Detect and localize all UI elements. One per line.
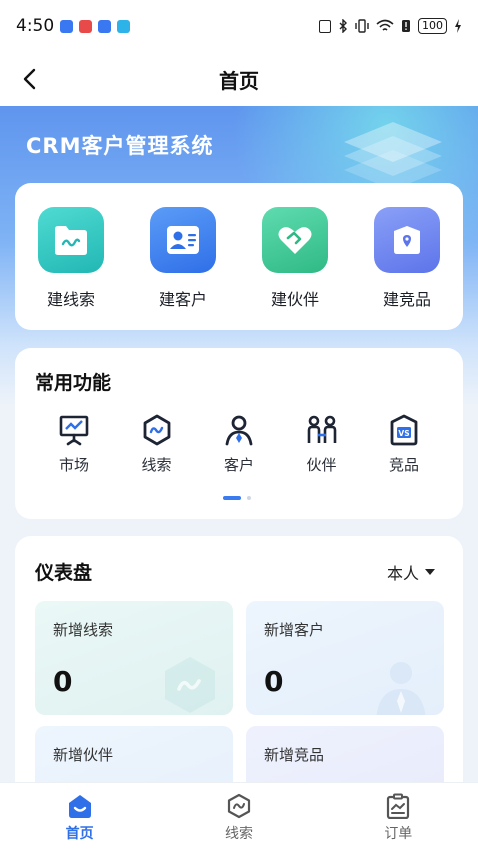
function-leads[interactable]: 线索 — [116, 412, 198, 475]
folder-wave-icon — [55, 226, 87, 255]
clipboard-chart-icon — [387, 793, 410, 819]
bottom-tab-bar: 首页 线索 订单 — [0, 782, 478, 850]
status-bar: 4:50 100 — [0, 0, 478, 52]
stat-tile-new-customers[interactable]: 新增客户 0 — [246, 601, 444, 715]
quick-action-label: 建线索 — [46, 290, 95, 309]
function-customers[interactable]: 客户 — [198, 412, 280, 475]
tab-orders[interactable]: 订单 — [353, 793, 443, 843]
status-time: 4:50 — [16, 16, 55, 36]
notification-app-icon — [117, 19, 131, 33]
section-title: 仪表盘 — [35, 562, 93, 584]
status-left: 4:50 — [16, 16, 131, 36]
person-tie-icon — [376, 662, 426, 715]
function-market[interactable]: 市场 — [33, 412, 115, 475]
notification-app-icon — [60, 19, 74, 33]
heart-handshake-icon — [278, 227, 312, 254]
quick-action-new-competitor[interactable]: 建竞品 — [362, 207, 452, 330]
quick-actions-card: 建线索 建客户 建伙伴 建竞品 — [15, 183, 463, 330]
stat-label: 新增竞品 — [264, 746, 325, 764]
nfc-icon — [319, 19, 331, 33]
quick-action-new-partner[interactable]: 建伙伴 — [250, 207, 340, 330]
battery-indicator: 100 — [418, 18, 447, 34]
presentation-icon — [56, 412, 92, 448]
common-functions-card: 常用功能 市场 线索 客户 伙伴 VS 竞品 — [15, 348, 463, 519]
stat-value: 0 — [264, 665, 284, 698]
hexagon-wave-icon — [139, 412, 175, 448]
page-title: 首页 — [219, 68, 259, 93]
caret-down-icon — [425, 569, 435, 575]
quick-action-label: 建客户 — [158, 290, 207, 309]
stat-label: 新增客户 — [264, 621, 325, 639]
quick-action-new-lead[interactable]: 建线索 — [26, 207, 116, 330]
tab-leads[interactable]: 线索 — [194, 793, 284, 843]
status-right: 100 — [319, 18, 462, 34]
dashboard-card: 仪表盘 本人 新增线索 0 新增客户 0 新增伙伴 新增竞品 — [15, 536, 463, 840]
person-tie-icon — [221, 412, 257, 448]
box-pin-icon — [394, 226, 420, 254]
vibrate-icon — [355, 19, 369, 33]
charging-icon — [455, 19, 461, 33]
page-indicator — [223, 496, 251, 500]
home-icon — [68, 795, 91, 818]
tab-label: 线索 — [224, 826, 253, 842]
function-grid: 市场 线索 客户 伙伴 VS 竞品 — [33, 412, 445, 475]
page-indicator-active — [223, 496, 241, 500]
stat-value: 0 — [53, 665, 73, 698]
notification-app-icon — [79, 19, 93, 33]
tab-label: 订单 — [384, 826, 413, 842]
stat-tile-new-leads[interactable]: 新增线索 0 — [35, 601, 233, 715]
hexagon-wave-icon — [227, 793, 251, 819]
section-title: 常用功能 — [35, 372, 112, 394]
function-competitors[interactable]: VS 竞品 — [363, 412, 445, 475]
back-button[interactable] — [14, 64, 44, 94]
function-label: 伙伴 — [306, 456, 337, 474]
quick-action-icon-tile — [150, 207, 216, 273]
function-label: 线索 — [141, 456, 172, 474]
nav-bar: 首页 — [0, 52, 478, 106]
quick-action-new-customer[interactable]: 建客户 — [138, 207, 228, 330]
function-label: 客户 — [223, 456, 254, 474]
function-label: 市场 — [58, 456, 89, 474]
hexagon-wave-icon — [165, 657, 215, 713]
partners-icon — [304, 412, 340, 448]
function-label: 竞品 — [388, 456, 419, 474]
contact-card-icon — [167, 226, 199, 254]
stat-label: 新增伙伴 — [53, 746, 114, 764]
vs-icon: VS — [386, 412, 422, 448]
chevron-left-icon — [23, 68, 36, 90]
tab-label: 首页 — [65, 826, 94, 842]
quick-action-icon-tile — [38, 207, 104, 273]
quick-action-icon-tile — [262, 207, 328, 273]
function-partners[interactable]: 伙伴 — [281, 412, 363, 475]
page-indicator-dot — [247, 496, 251, 500]
quick-action-icon-tile — [374, 207, 440, 273]
notification-app-icon — [98, 19, 112, 33]
svg-text:VS: VS — [398, 429, 409, 438]
quick-action-label: 建伙伴 — [270, 290, 319, 309]
hero-title: CRM客户管理系统 — [26, 134, 214, 158]
wifi-icon — [376, 19, 394, 31]
owner-filter-dropdown[interactable]: 本人 — [387, 560, 435, 584]
sim-alert-icon — [402, 20, 410, 32]
stat-label: 新增线索 — [53, 621, 114, 639]
owner-filter-value: 本人 — [386, 564, 419, 583]
tab-home[interactable]: 首页 — [35, 793, 125, 843]
quick-action-label: 建竞品 — [382, 290, 431, 309]
bluetooth-icon — [339, 19, 347, 33]
